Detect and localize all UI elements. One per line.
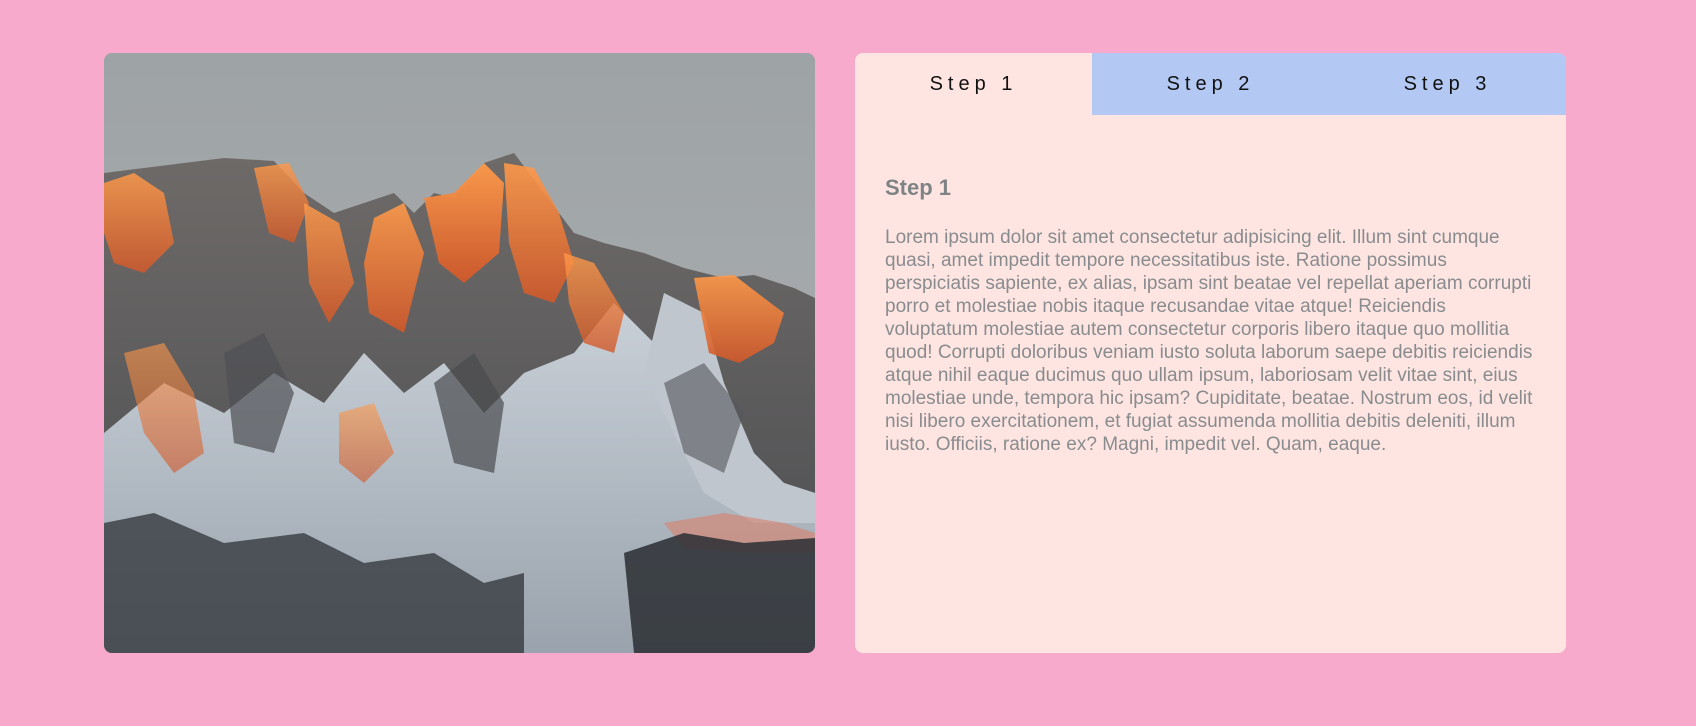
mountain-photo — [104, 53, 815, 653]
step-tabs: Step 1 Step 2 Step 3 — [855, 53, 1566, 115]
mountain-illustration — [104, 53, 815, 653]
step-title: Step 1 — [885, 175, 952, 200]
tab-step-2[interactable]: Step 2 — [1092, 53, 1329, 115]
step-description: Lorem ipsum dolor sit amet consectetur a… — [885, 227, 1533, 455]
steps-panel: Step 1 Step 2 Step 3 Step 1 Lorem ipsum … — [855, 53, 1566, 653]
step-content: Step 1 Lorem ipsum dolor sit amet consec… — [855, 115, 1566, 456]
tab-step-1[interactable]: Step 1 — [855, 53, 1092, 115]
tab-step-3[interactable]: Step 3 — [1329, 53, 1566, 115]
